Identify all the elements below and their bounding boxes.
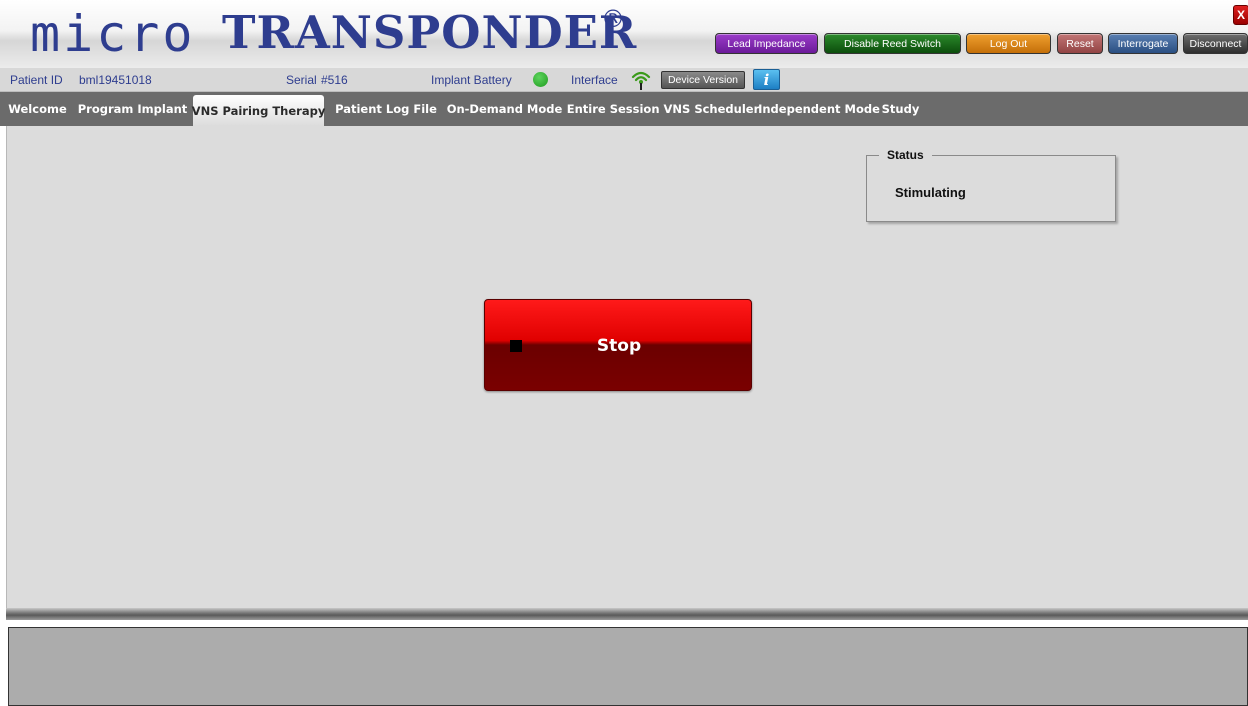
tab-on-demand-mode[interactable]: On-Demand Mode bbox=[446, 92, 563, 126]
tab-independent-mode[interactable]: Independent Mode bbox=[758, 92, 880, 126]
tab-program-implant[interactable]: Program Implant bbox=[75, 92, 190, 126]
patient-id-label: Patient ID bbox=[10, 73, 63, 87]
logo-micro-text: micro bbox=[30, 5, 196, 63]
panel-splitter[interactable] bbox=[6, 608, 1248, 620]
patient-info-bar: Patient ID bml19451018 Serial #516 Impla… bbox=[0, 68, 1248, 92]
reset-button[interactable]: Reset bbox=[1057, 33, 1103, 54]
disable-reed-switch-button[interactable]: Disable Reed Switch bbox=[824, 33, 961, 54]
stop-button-label: Stop bbox=[596, 336, 642, 356]
log-out-button[interactable]: Log Out bbox=[966, 33, 1051, 54]
status-value: Stimulating bbox=[895, 185, 966, 200]
battery-status-indicator bbox=[533, 72, 548, 87]
status-title: Status bbox=[879, 148, 932, 162]
interrogate-button[interactable]: Interrogate bbox=[1108, 33, 1178, 54]
status-groupbox: Status Stimulating bbox=[866, 148, 1116, 222]
stop-button[interactable]: Stop bbox=[484, 299, 752, 391]
tab-patient-log-file[interactable]: Patient Log File bbox=[331, 92, 441, 126]
info-icon[interactable]: i bbox=[753, 69, 780, 90]
patient-id-value: bml19451018 bbox=[79, 73, 152, 87]
disconnect-button[interactable]: Disconnect bbox=[1183, 33, 1248, 54]
logo-registered-mark: ® bbox=[601, 5, 625, 33]
wifi-signal-icon bbox=[630, 69, 652, 91]
lead-impedance-button[interactable]: Lead Impedance bbox=[715, 33, 818, 54]
implant-battery-label: Implant Battery bbox=[431, 73, 512, 87]
main-tab-bar: Welcome Program Implant VNS Pairing Ther… bbox=[0, 92, 1248, 126]
tab-study[interactable]: Study bbox=[876, 92, 925, 126]
device-version-button[interactable]: Device Version bbox=[661, 71, 745, 89]
logo-transponder-text: TRANSPONDER bbox=[222, 6, 638, 59]
tab-vns-pairing-therapy[interactable]: VNS Pairing Therapy bbox=[192, 95, 325, 126]
serial-label: Serial bbox=[286, 73, 317, 87]
close-button[interactable]: X bbox=[1233, 5, 1248, 25]
app-header: micro TRANSPONDER ® Lead Impedance Disab… bbox=[0, 0, 1248, 68]
serial-value: #516 bbox=[321, 73, 348, 87]
bottom-log-panel bbox=[8, 627, 1248, 706]
tab-entire-session-vns-scheduler[interactable]: Entire Session VNS Scheduler bbox=[566, 92, 760, 126]
tab-welcome[interactable]: Welcome bbox=[0, 92, 75, 126]
interface-label: Interface bbox=[571, 73, 618, 87]
vns-pairing-therapy-panel: Status Stimulating Stop bbox=[6, 126, 1248, 608]
